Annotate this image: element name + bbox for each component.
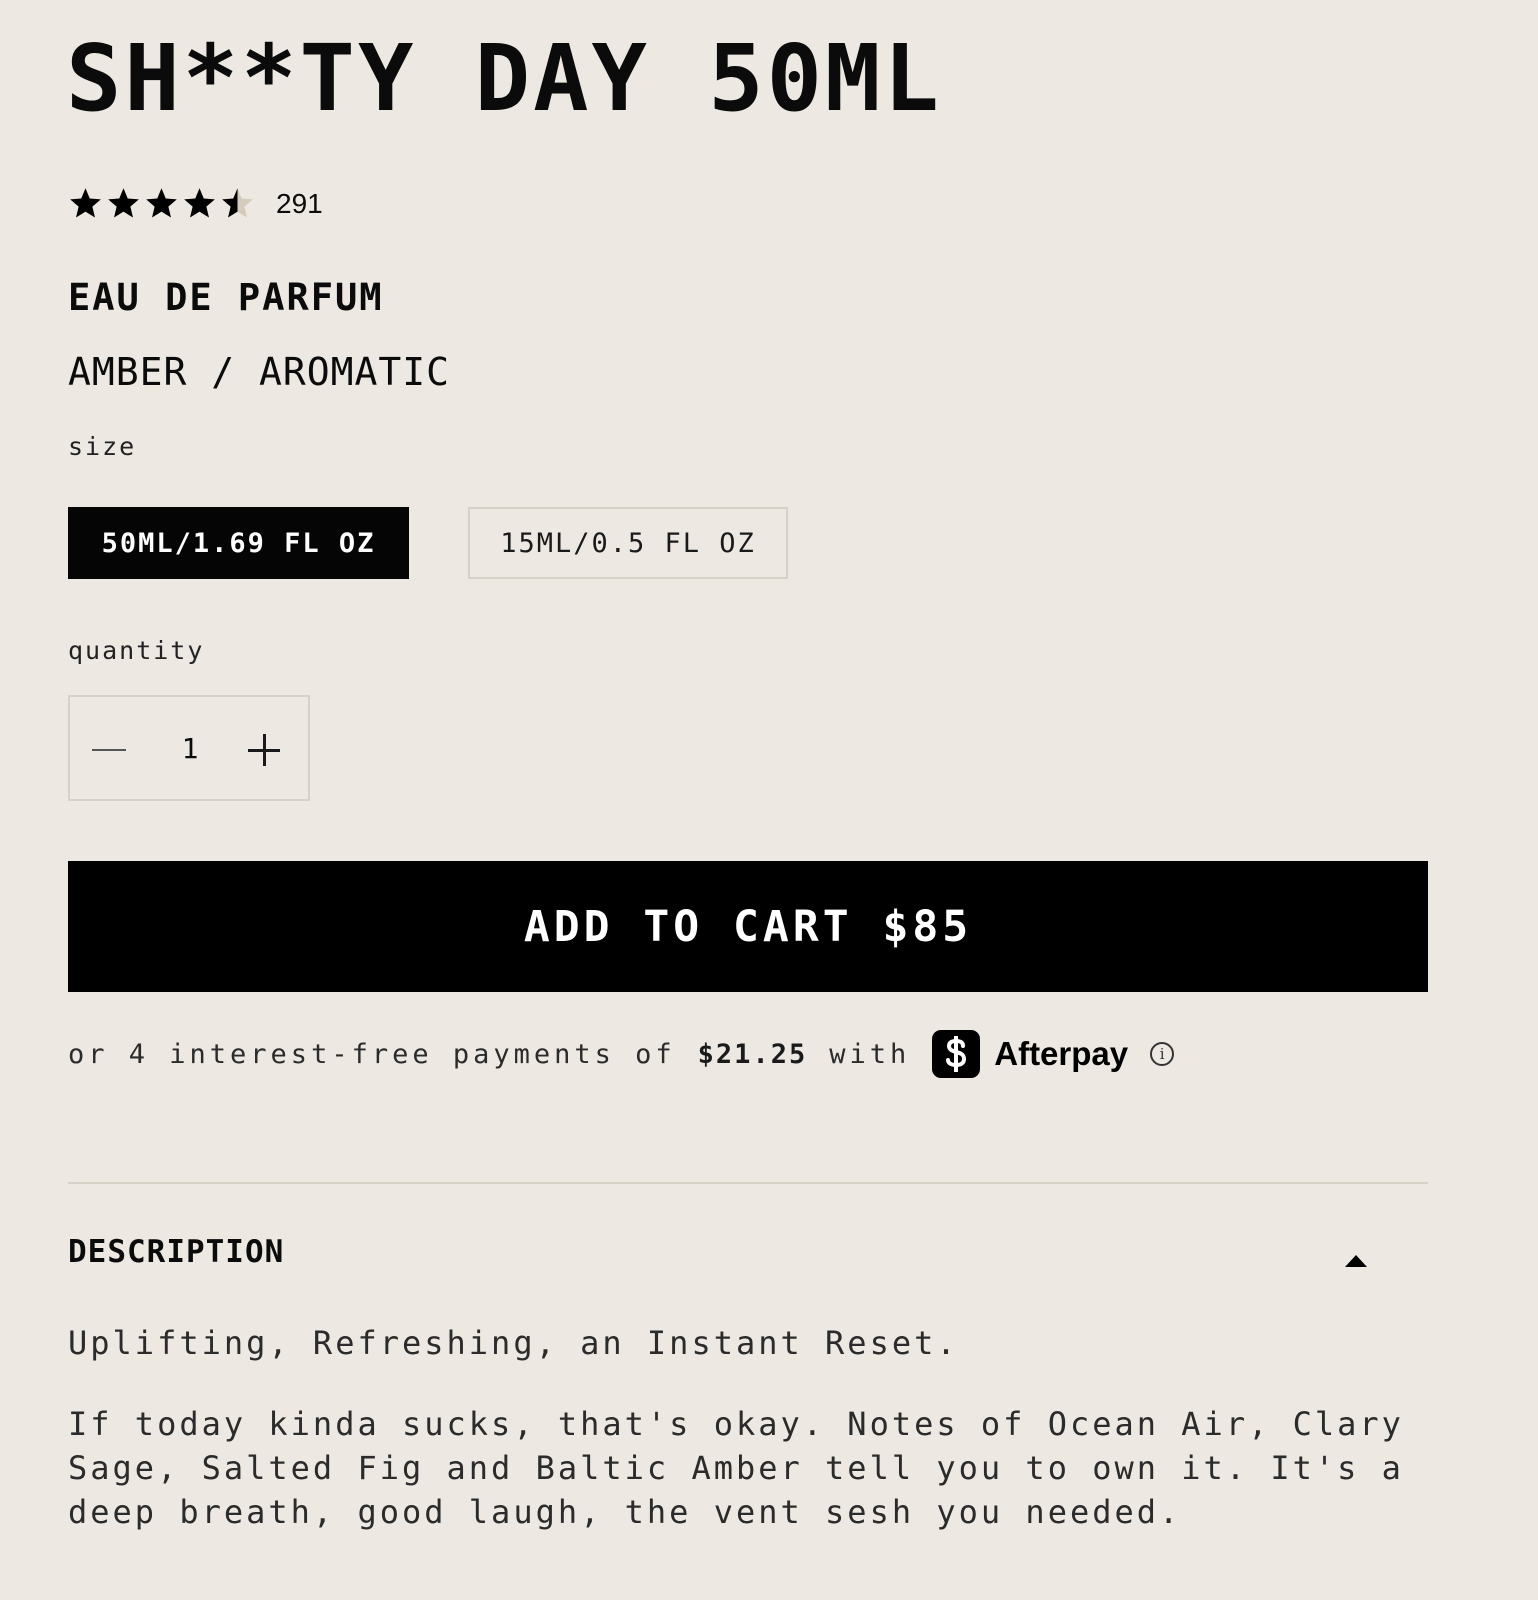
star-icon	[184, 188, 215, 218]
description-tagline: Uplifting, Refreshing, an Instant Reset.	[68, 1324, 959, 1362]
size-label: size	[68, 432, 137, 461]
star-icon	[70, 188, 101, 218]
star-icon	[146, 188, 177, 218]
installments-prefix: or 4 interest-free payments of	[68, 1038, 676, 1070]
size-option-50ml[interactable]: 50ML/1.69 FL OZ	[68, 507, 409, 579]
scent-family: AMBER / AROMATIC	[68, 350, 451, 394]
afterpay-installments: or 4 interest-free payments of $21.25 wi…	[68, 1030, 1175, 1078]
rating-summary[interactable]: 291	[68, 186, 323, 221]
quantity-value[interactable]: 1	[170, 729, 210, 769]
review-count: 291	[276, 187, 323, 219]
caret-up-icon[interactable]	[1345, 1255, 1367, 1267]
add-to-cart-label: ADD TO CART $85	[523, 901, 973, 952]
installments-suffix: with	[829, 1038, 911, 1070]
add-to-cart-button[interactable]: ADD TO CART $85	[68, 861, 1428, 992]
star-icon	[108, 188, 139, 218]
info-icon[interactable]: i	[1150, 1042, 1175, 1066]
plus-icon[interactable]	[248, 733, 282, 767]
star-icon	[222, 188, 253, 218]
divider	[68, 1182, 1428, 1184]
product-title: SH**TY DAY 50ML	[66, 25, 942, 132]
size-option-label: 15ML/0.5 FL OZ	[500, 527, 756, 559]
size-option-label: 50ML/1.69 FL OZ	[101, 527, 376, 559]
description-body: If today kinda sucks, that's okay. Notes…	[68, 1405, 1404, 1531]
minus-icon[interactable]	[92, 733, 126, 767]
quantity-label: quantity	[68, 636, 205, 665]
size-option-15ml[interactable]: 15ML/0.5 FL OZ	[468, 507, 788, 579]
product-type: EAU DE PARFUM	[68, 276, 384, 319]
afterpay-name: Afterpay	[994, 1035, 1129, 1072]
description-toggle[interactable]: DESCRIPTION	[68, 1234, 284, 1270]
afterpay-logo-icon	[932, 1030, 981, 1078]
installment-amount: $21.25	[697, 1038, 808, 1070]
star-rating	[68, 186, 255, 221]
quantity-stepper: 1	[68, 695, 310, 801]
